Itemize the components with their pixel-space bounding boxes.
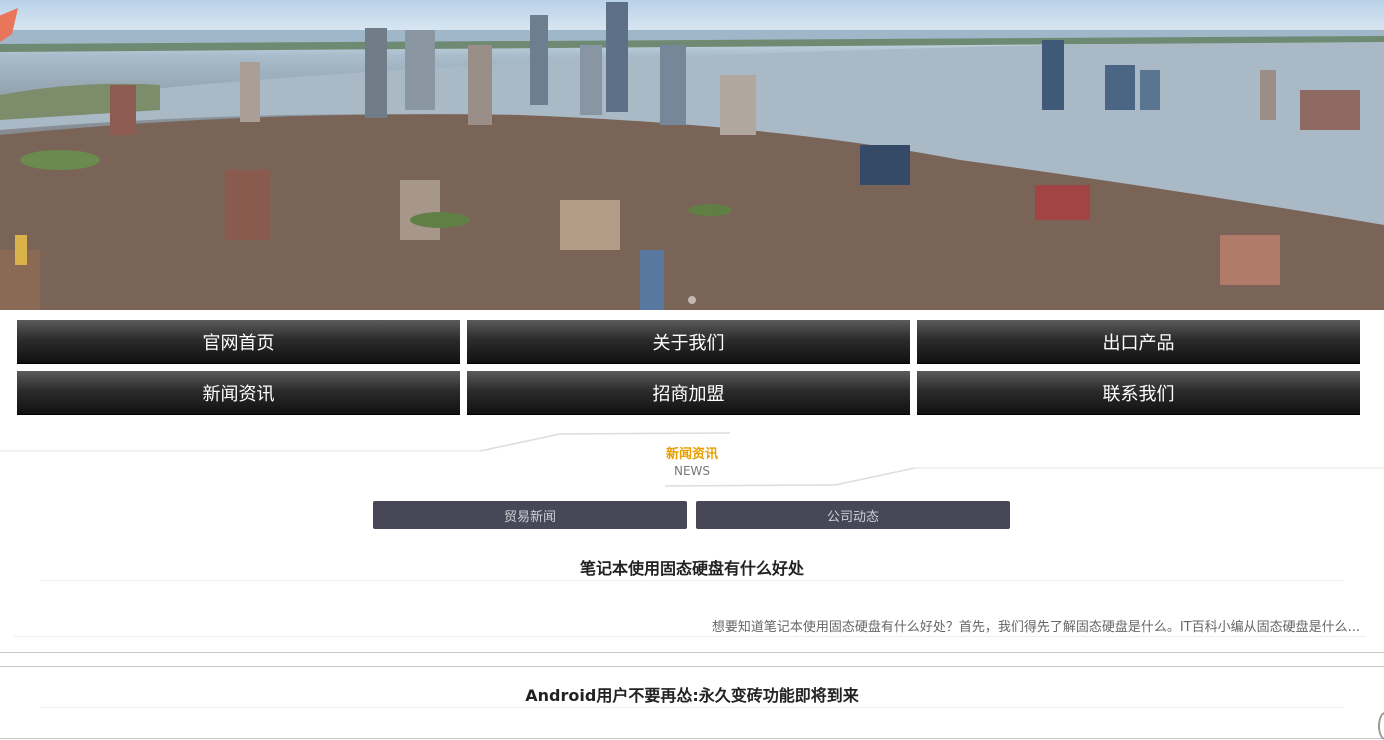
divider [0,738,1384,739]
nav-franchise[interactable]: 招商加盟 [467,371,910,415]
section-subtitle: NEWS [673,464,711,478]
nav-contact[interactable]: 联系我们 [917,371,1360,415]
divider [40,707,1344,708]
nav-about[interactable]: 关于我们 [467,320,910,364]
section-title: 新闻资讯 [665,447,718,462]
divider [40,580,1344,581]
news-tabs: 贸易新闻 公司动态 [373,501,1010,529]
main-nav: 官网首页 关于我们 出口产品 新闻资讯 招商加盟 联系我们 [17,320,1360,415]
carousel-dot[interactable] [688,296,696,304]
nav-news[interactable]: 新闻资讯 [17,371,460,415]
tab-company-news[interactable]: 公司动态 [696,501,1010,529]
divider [0,666,1384,667]
tab-trade-news[interactable]: 贸易新闻 [373,501,687,529]
back-to-top-button[interactable] [1378,712,1384,740]
city-skyline-image [0,2,1384,310]
hero-banner [0,0,1384,310]
divider [14,636,1366,637]
nav-home[interactable]: 官网首页 [17,320,460,364]
flag-icon [0,8,22,48]
news-item-excerpt: 想要知道笔记本使用固态硬盘有什么好处？首先，我们得先了解固态硬盘是什么。IT百科… [711,620,1360,635]
news-item-title[interactable]: Android用户不要再怂:永久变砖功能即将到来 [0,682,1384,706]
news-item-title[interactable]: 笔记本使用固态硬盘有什么好处 [0,555,1384,579]
nav-products[interactable]: 出口产品 [917,320,1360,364]
divider [0,652,1384,653]
